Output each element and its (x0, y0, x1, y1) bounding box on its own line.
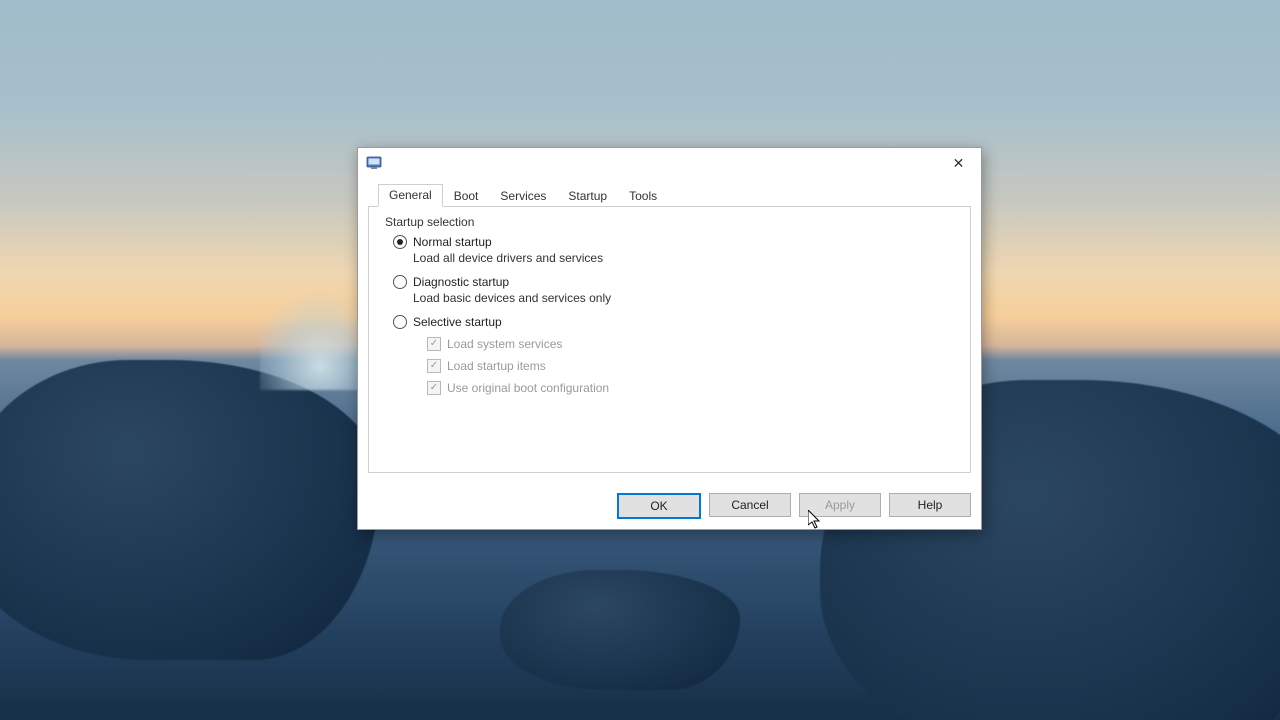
radio-desc-normal: Load all device drivers and services (413, 251, 960, 265)
radio-normal-startup[interactable]: Normal startup (393, 235, 960, 249)
dialog-buttons: OK Cancel Apply Help (617, 493, 971, 519)
radio-label: Normal startup (413, 235, 492, 249)
system-config-icon (366, 155, 382, 171)
radio-icon (393, 235, 407, 249)
tab-startup[interactable]: Startup (557, 185, 618, 207)
tab-strip: General Boot Services Startup Tools (368, 184, 971, 207)
ok-button[interactable]: OK (617, 493, 701, 519)
radio-label: Selective startup (413, 315, 502, 329)
check-load-system-services: Load system services (427, 337, 960, 351)
check-original-boot-config: Use original boot configuration (427, 381, 960, 395)
apply-button: Apply (799, 493, 881, 517)
radio-label: Diagnostic startup (413, 275, 509, 289)
tab-general[interactable]: General (378, 184, 443, 207)
decor-rock (500, 570, 740, 690)
tab-services[interactable]: Services (489, 185, 557, 207)
checkbox-label: Use original boot configuration (447, 381, 609, 395)
fieldset-title: Startup selection (385, 215, 960, 229)
checkbox-label: Load system services (447, 337, 562, 351)
checkbox-icon (427, 381, 441, 395)
radio-icon (393, 275, 407, 289)
tab-boot[interactable]: Boot (443, 185, 490, 207)
checkbox-icon (427, 337, 441, 351)
titlebar[interactable]: ✕ (358, 148, 981, 178)
radio-icon (393, 315, 407, 329)
close-icon: ✕ (953, 156, 965, 170)
radio-desc-diagnostic: Load basic devices and services only (413, 291, 960, 305)
msconfig-dialog: ✕ General Boot Services Startup Tools St… (357, 147, 982, 530)
close-button[interactable]: ✕ (936, 148, 981, 178)
radio-diagnostic-startup[interactable]: Diagnostic startup (393, 275, 960, 289)
decor-rock (0, 360, 380, 660)
radio-selective-startup[interactable]: Selective startup (393, 315, 960, 329)
cancel-button[interactable]: Cancel (709, 493, 791, 517)
help-button[interactable]: Help (889, 493, 971, 517)
checkbox-label: Load startup items (447, 359, 546, 373)
general-panel: Startup selection Normal startup Load al… (368, 207, 971, 473)
tab-tools[interactable]: Tools (618, 185, 668, 207)
desktop-background: ✕ General Boot Services Startup Tools St… (0, 0, 1280, 720)
checkbox-icon (427, 359, 441, 373)
check-load-startup-items: Load startup items (427, 359, 960, 373)
